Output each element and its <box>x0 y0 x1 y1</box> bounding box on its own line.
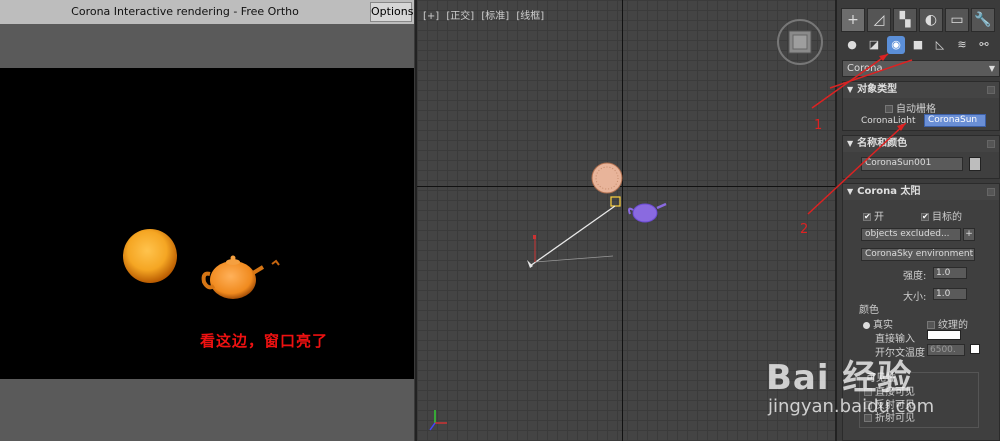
real-color-radio[interactable]: 真实 <box>863 316 893 331</box>
axis-gizmo-icon <box>429 410 447 431</box>
cameras-icon[interactable]: ■ <box>909 36 927 54</box>
render-window-title: Corona Interactive rendering - Free Orth… <box>71 5 299 18</box>
checkbox-icon <box>864 388 872 396</box>
checkbox-icon <box>864 401 872 409</box>
viewport-ortho[interactable]: [+] [正交] [标准] [线框] <box>415 0 835 441</box>
collapse-icon: ▼ <box>847 85 854 94</box>
command-tabs: + ◿ ▚ ◐ ▭ 🔧 <box>841 8 999 32</box>
sun-targeted-checkbox[interactable]: ✔ 目标的 <box>921 208 962 223</box>
color-group-label: 颜色 <box>859 305 879 316</box>
render-bottom-area <box>0 379 414 441</box>
viewcube-icon[interactable] <box>777 19 823 65</box>
render-sphere <box>123 229 177 283</box>
name-color-header[interactable]: ▼ 名称和颜色 <box>843 136 999 152</box>
render-top-area <box>0 24 414 68</box>
object-type-header[interactable]: ▼ 对象类型 <box>843 82 999 98</box>
sun-direction-line <box>529 205 616 267</box>
direct-input-label: 直接输入 <box>875 334 915 345</box>
radio-selected-icon <box>863 321 870 329</box>
viewport-sphere[interactable] <box>591 162 623 194</box>
modify-icon[interactable]: ◿ <box>867 8 891 32</box>
command-panel: + ◿ ▚ ◐ ▭ 🔧 ● ◪ ◉ ■ ◺ ≋ ⚯ Corona ▼ ▼ 对象类型 <box>835 0 1000 441</box>
render-teapot <box>201 255 280 299</box>
motion-icon[interactable]: ◐ <box>919 8 943 32</box>
size-spinner[interactable]: 1.0 <box>933 288 967 300</box>
render-window-titlebar[interactable]: Corona Interactive rendering - Free Orth… <box>0 0 414 24</box>
excluded-objects-button[interactable]: objects excluded... <box>861 228 961 241</box>
checkbox-icon <box>864 414 872 422</box>
hierarchy-icon[interactable]: ▚ <box>893 8 917 32</box>
display-icon[interactable]: ▭ <box>945 8 969 32</box>
checkmark-icon: ✔ <box>921 212 929 221</box>
annotation-mark-2: 2 <box>800 222 809 237</box>
kelvin-swatch[interactable] <box>970 344 980 354</box>
intensity-spinner[interactable]: 1.0 <box>933 267 967 279</box>
visibility-label: 可见性 <box>864 369 898 384</box>
intensity-label: 强度: <box>903 271 927 282</box>
object-color-swatch[interactable] <box>969 157 981 171</box>
object-type-rollout: ▼ 对象类型 自动栅格 CoronaLight CoronaSun <box>842 81 1000 131</box>
corona-light-button[interactable]: CoronaLight <box>857 115 923 128</box>
options-button[interactable]: Options <box>370 2 413 22</box>
utilities-icon[interactable]: 🔧 <box>971 8 995 32</box>
render-window: Corona Interactive rendering - Free Orth… <box>0 0 414 441</box>
collapse-icon: ▼ <box>847 139 854 148</box>
geometry-icon[interactable]: ● <box>843 36 861 54</box>
collapse-icon: ▼ <box>847 187 854 196</box>
annotation-text: 看这边，窗口亮了 <box>200 332 329 350</box>
corona-sun-button[interactable]: CoronaSun <box>924 114 986 127</box>
category-dropdown[interactable]: Corona ▼ <box>842 60 1000 77</box>
rollout-handle-icon <box>987 188 995 196</box>
render-canvas[interactable]: 看这边，窗口亮了 <box>0 68 414 379</box>
corona-sun-rollout: ▼ Corona 太阳 ✔ 开 ✔ 目标的 objects excluded... +… <box>842 183 1000 441</box>
sun-target-icon[interactable] <box>610 196 621 207</box>
sun-on-checkbox[interactable]: ✔ 开 <box>863 208 884 223</box>
shapes-icon[interactable]: ◪ <box>865 36 883 54</box>
visibility-group: 可见性 直接可见 反射可见 折射可见 <box>859 369 979 428</box>
rollout-handle-icon <box>987 86 995 94</box>
rollout-handle-icon <box>987 140 995 148</box>
corona-sun-header[interactable]: ▼ Corona 太阳 <box>843 184 999 200</box>
refract-visible-checkbox[interactable]: 折射可见 <box>864 409 915 424</box>
checkbox-icon <box>885 105 893 113</box>
name-color-rollout: ▼ 名称和颜色 CoronaSun001 <box>842 135 1000 179</box>
spacewarps-icon[interactable]: ≋ <box>953 36 971 54</box>
category-dropdown-value: Corona <box>847 63 883 74</box>
lights-icon[interactable]: ◉ <box>887 36 905 54</box>
checkmark-icon: ✔ <box>863 212 871 221</box>
size-label: 大小: <box>903 292 927 303</box>
textured-color-checkbox[interactable]: 纹理的 <box>927 316 968 331</box>
sky-environment-button[interactable]: CoronaSky environment <box>861 248 975 261</box>
systems-icon[interactable]: ⚯ <box>975 36 993 54</box>
direct-input-swatch[interactable] <box>927 330 961 340</box>
checkbox-icon <box>927 321 935 329</box>
create-subtabs: ● ◪ ◉ ■ ◺ ≋ ⚯ <box>843 36 999 56</box>
object-name-field[interactable]: CoronaSun001 <box>861 157 963 171</box>
helpers-icon[interactable]: ◺ <box>931 36 949 54</box>
annotation-mark-1: 1 <box>814 118 823 133</box>
chevron-down-icon: ▼ <box>988 64 995 73</box>
kelvin-spinner[interactable]: 6500. <box>927 344 965 356</box>
plus-icon[interactable]: + <box>841 8 865 32</box>
kelvin-label: 开尔文温度 <box>875 348 925 359</box>
viewport-teapot[interactable] <box>628 202 667 223</box>
app-root: Corona Interactive rendering - Free Orth… <box>0 0 1000 441</box>
autogrid-checkbox[interactable]: 自动栅格 <box>885 100 936 115</box>
viewport-scene <box>429 19 823 431</box>
add-excluded-button[interactable]: + <box>963 228 975 241</box>
